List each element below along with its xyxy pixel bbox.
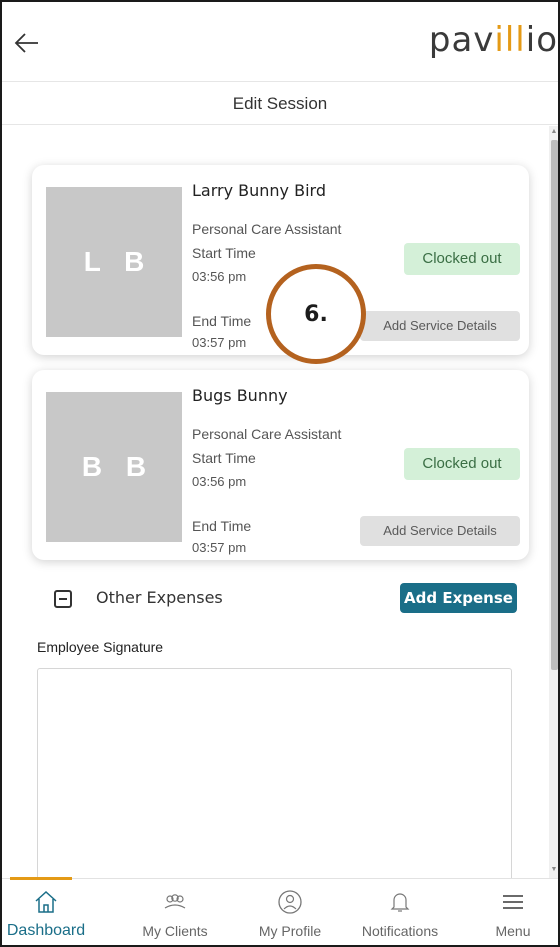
status-badge: Clocked out — [404, 243, 520, 275]
end-time-value: 03:57 pm — [192, 540, 247, 555]
client-name: Larry Bunny Bird — [192, 181, 326, 200]
page-title: Edit Session — [2, 83, 558, 125]
client-name: Bugs Bunny — [192, 386, 288, 405]
end-time-label: End Time — [192, 518, 252, 534]
add-service-details-button[interactable]: Add Service Details — [360, 516, 520, 546]
session-card: B B Bugs Bunny Personal Care Assistant S… — [32, 370, 529, 560]
back-arrow-icon[interactable] — [12, 28, 42, 58]
profile-icon — [277, 889, 303, 915]
nav-label: Notifications — [361, 923, 439, 939]
brand-logo: pavillio — [429, 20, 558, 60]
start-time-value: 03:56 pm — [192, 474, 247, 489]
avatar: L B — [46, 187, 182, 337]
status-badge: Clocked out — [404, 448, 520, 480]
brand-suffix: io — [525, 20, 558, 60]
other-expenses-label: Other Expenses — [96, 588, 223, 607]
client-role: Personal Care Assistant — [192, 221, 342, 237]
brand-accent: ill — [494, 20, 526, 60]
clients-icon — [162, 889, 188, 915]
start-time-value: 03:56 pm — [192, 269, 247, 284]
nav-label: My Clients — [142, 923, 208, 939]
end-time-value: 03:57 pm — [192, 335, 247, 350]
signature-pad[interactable] — [37, 668, 512, 884]
employee-signature-label: Employee Signature — [37, 639, 164, 655]
nav-my-clients[interactable]: My Clients — [130, 879, 220, 945]
other-expenses-toggle[interactable]: Other Expenses — [42, 583, 237, 615]
top-bar: pavillio — [2, 2, 558, 82]
scroll-down-icon[interactable]: ▼ — [550, 866, 558, 874]
menu-icon — [500, 889, 526, 915]
bell-icon — [387, 889, 413, 915]
brand-prefix: pav — [428, 20, 495, 60]
nav-label: Menu — [495, 923, 531, 939]
end-time-label: End Time — [192, 313, 252, 329]
bottom-nav: Dashboard My Clients My Profile Notifica… — [2, 877, 558, 945]
nav-menu[interactable]: Menu — [480, 879, 546, 945]
nav-my-profile[interactable]: My Profile — [245, 879, 335, 945]
nav-label: Dashboard — [6, 922, 86, 939]
nav-dashboard[interactable]: Dashboard — [2, 879, 90, 945]
nav-label: My Profile — [258, 923, 322, 939]
scrollbar-thumb[interactable] — [551, 140, 558, 670]
start-time-label: Start Time — [192, 245, 256, 261]
start-time-label: Start Time — [192, 450, 256, 466]
client-role: Personal Care Assistant — [192, 426, 342, 442]
nav-notifications[interactable]: Notifications — [348, 879, 452, 945]
step-marker: 6. — [266, 264, 366, 364]
app-frame: pavillio Edit Session ▲ ▼ L B Larry Bunn… — [0, 0, 560, 947]
collapse-minus-icon[interactable] — [54, 590, 72, 608]
add-expense-button[interactable]: Add Expense — [400, 583, 517, 613]
avatar: B B — [46, 392, 182, 542]
home-icon — [33, 889, 59, 915]
add-service-details-button[interactable]: Add Service Details — [360, 311, 520, 341]
scroll-up-icon[interactable]: ▲ — [550, 128, 558, 136]
